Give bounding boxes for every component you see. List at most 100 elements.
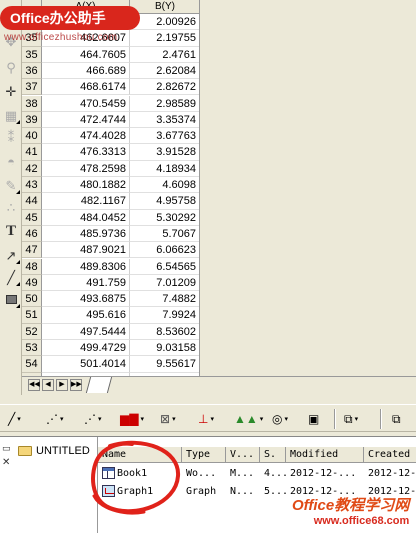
table-row[interactable]: 51 495.616 7.9924 xyxy=(22,307,199,324)
column-view-header[interactable]: V... xyxy=(226,447,260,463)
table-row[interactable]: 38 470.5459 2.98589 xyxy=(22,95,199,112)
row-number[interactable]: 46 xyxy=(22,225,42,243)
cell-b[interactable]: 4.6098 xyxy=(130,177,199,194)
table-row[interactable]: 39 472.4744 3.35374 xyxy=(22,111,199,129)
table-row[interactable]: 54 501.4014 9.55617 xyxy=(22,356,199,373)
cell-a[interactable]: 484.0452 xyxy=(42,209,130,226)
table-row[interactable]: 53 499.4729 9.03158 xyxy=(22,340,199,357)
stat-plot-button[interactable]: ⊥ ▾ xyxy=(198,411,214,427)
duplicate-window-button[interactable]: ⧉ xyxy=(392,411,401,427)
list-item-book1[interactable]: Book1 Wo... M... 4... 2012-12-... 2012-1… xyxy=(98,465,416,482)
row-number[interactable]: 37 xyxy=(22,79,42,96)
3d-plot-button[interactable]: ⧉ ▾ xyxy=(344,411,358,427)
cell-a[interactable]: 478.2598 xyxy=(42,160,130,177)
row-number[interactable]: 44 xyxy=(22,193,42,210)
row-number[interactable]: 38 xyxy=(22,95,42,112)
cell-a[interactable]: 482.1167 xyxy=(42,193,130,210)
column-type-header[interactable]: Type xyxy=(182,447,226,463)
text-tool-icon[interactable]: T xyxy=(2,222,20,240)
line-symbol-plot-button[interactable]: ⋰ ▾ xyxy=(84,411,102,427)
cell-b[interactable]: 9.55617 xyxy=(130,356,199,373)
column-plot-button[interactable]: ▆▇ ▾ xyxy=(120,411,144,427)
cell-b[interactable]: 2.4761 xyxy=(130,47,199,63)
column-size-header[interactable]: S. xyxy=(260,447,286,463)
row-number[interactable]: 50 xyxy=(22,291,42,308)
close-icon[interactable]: ✕ xyxy=(2,457,12,468)
cell-a[interactable]: 491.759 xyxy=(42,274,130,292)
table-row[interactable]: 45 484.0452 5.30292 xyxy=(22,209,199,226)
row-number[interactable]: 43 xyxy=(22,177,42,194)
cell-a[interactable]: 472.4744 xyxy=(42,111,130,129)
table-row[interactable]: 49 491.759 7.01209 xyxy=(22,274,199,292)
table-row[interactable]: 48 489.8306 6.54565 xyxy=(22,258,199,275)
cell-a[interactable]: 464.7605 xyxy=(42,46,130,63)
row-number[interactable]: 42 xyxy=(22,160,42,177)
row-number[interactable]: 35 xyxy=(22,46,42,63)
cell-b[interactable]: 2.00926 xyxy=(130,14,199,31)
row-number[interactable]: 41 xyxy=(22,144,42,161)
cell-b[interactable]: 5.7067 xyxy=(130,226,199,243)
cell-b[interactable]: 9.03158 xyxy=(130,340,199,357)
draw-data-icon[interactable]: ∴ xyxy=(2,198,20,216)
table-row[interactable]: 52 497.5444 8.53602 xyxy=(22,323,199,340)
cell-b[interactable]: 2.62084 xyxy=(130,63,199,80)
cell-b[interactable]: 5.30292 xyxy=(130,210,199,226)
region-icon[interactable]: ▦ xyxy=(2,106,20,124)
project-folder-untitled[interactable]: UNTITLED xyxy=(18,445,90,457)
row-number[interactable]: 47 xyxy=(22,242,42,259)
cell-b[interactable]: 6.06623 xyxy=(130,242,199,259)
cell-a[interactable]: 485.9736 xyxy=(42,225,130,243)
cell-a[interactable]: 470.5459 xyxy=(42,95,130,112)
row-number[interactable]: 45 xyxy=(22,209,42,226)
cell-a[interactable]: 499.4729 xyxy=(42,340,130,357)
arrow-tool-icon[interactable]: ↗ xyxy=(2,246,20,264)
cell-b[interactable]: 3.35374 xyxy=(130,112,199,129)
cell-b[interactable]: 6.54565 xyxy=(130,259,199,275)
cell-a[interactable]: 474.4028 xyxy=(42,128,130,145)
table-row[interactable]: 35 464.7605 2.4761 xyxy=(22,46,199,63)
pin-icon[interactable]: ▭ xyxy=(2,443,12,454)
template-library-button[interactable]: ▣ xyxy=(308,411,319,427)
row-number[interactable]: 40 xyxy=(22,128,42,145)
worksheet[interactable]: A(X) B(Y) 34460.99962.0092635462.66072.1… xyxy=(22,0,200,376)
cell-a[interactable]: 466.689 xyxy=(42,62,130,80)
column-name-header[interactable]: Name xyxy=(98,447,182,463)
cell-b[interactable]: 7.9924 xyxy=(130,307,199,324)
table-row[interactable]: 44 482.1167 4.95758 xyxy=(22,193,199,210)
prev-sheet-button[interactable]: ◀ xyxy=(42,379,54,391)
cell-a[interactable]: 476.3313 xyxy=(42,144,130,161)
table-row[interactable]: 43 480.1882 4.6098 xyxy=(22,177,199,194)
row-number[interactable]: 49 xyxy=(22,274,42,292)
column-header-b[interactable]: B(Y) xyxy=(130,0,199,14)
row-number[interactable]: 54 xyxy=(22,356,42,373)
table-row[interactable]: 47 487.9021 6.06623 xyxy=(22,242,199,259)
table-row[interactable]: 37 468.6174 2.82672 xyxy=(22,79,199,96)
sheet-tab[interactable] xyxy=(85,377,113,393)
row-number[interactable]: 39 xyxy=(22,111,42,129)
last-sheet-button[interactable]: ▶▶ xyxy=(70,379,82,391)
table-row[interactable]: 41 476.3313 3.91528 xyxy=(22,144,199,161)
table-row[interactable]: 50 493.6875 7.4882 xyxy=(22,291,199,308)
screen-reader-icon[interactable]: ⁑ xyxy=(2,128,20,146)
cell-a[interactable]: 468.6174 xyxy=(42,79,130,96)
mask-icon[interactable]: ✎ xyxy=(2,176,20,194)
first-sheet-button[interactable]: ◀◀ xyxy=(28,379,40,391)
table-row[interactable]: 40 474.4028 3.67763 xyxy=(22,128,199,145)
cell-b[interactable]: 2.19755 xyxy=(130,30,199,47)
column-created-header[interactable]: Created xyxy=(364,447,416,463)
table-row[interactable]: 46 485.9736 5.7067 xyxy=(22,225,199,243)
cell-b[interactable]: 7.4882 xyxy=(130,291,199,308)
cell-b[interactable]: 2.82672 xyxy=(130,79,199,96)
zoom-icon[interactable]: ⚲ xyxy=(2,58,20,76)
cell-a[interactable]: 493.6875 xyxy=(42,291,130,308)
column-modified-header[interactable]: Modified xyxy=(286,447,364,463)
cell-b[interactable]: 8.53602 xyxy=(130,324,199,340)
cell-a[interactable]: 497.5444 xyxy=(42,323,130,340)
cell-a[interactable]: 495.616 xyxy=(42,307,130,324)
row-number[interactable]: 52 xyxy=(22,323,42,340)
cell-b[interactable]: 4.18934 xyxy=(130,161,199,177)
scatter-plot-button[interactable]: ⋰ ▾ xyxy=(46,411,64,427)
rectangle-tool-icon[interactable] xyxy=(2,290,20,308)
cell-a[interactable]: 487.9021 xyxy=(42,242,130,259)
cell-b[interactable]: 2.98589 xyxy=(130,96,199,112)
